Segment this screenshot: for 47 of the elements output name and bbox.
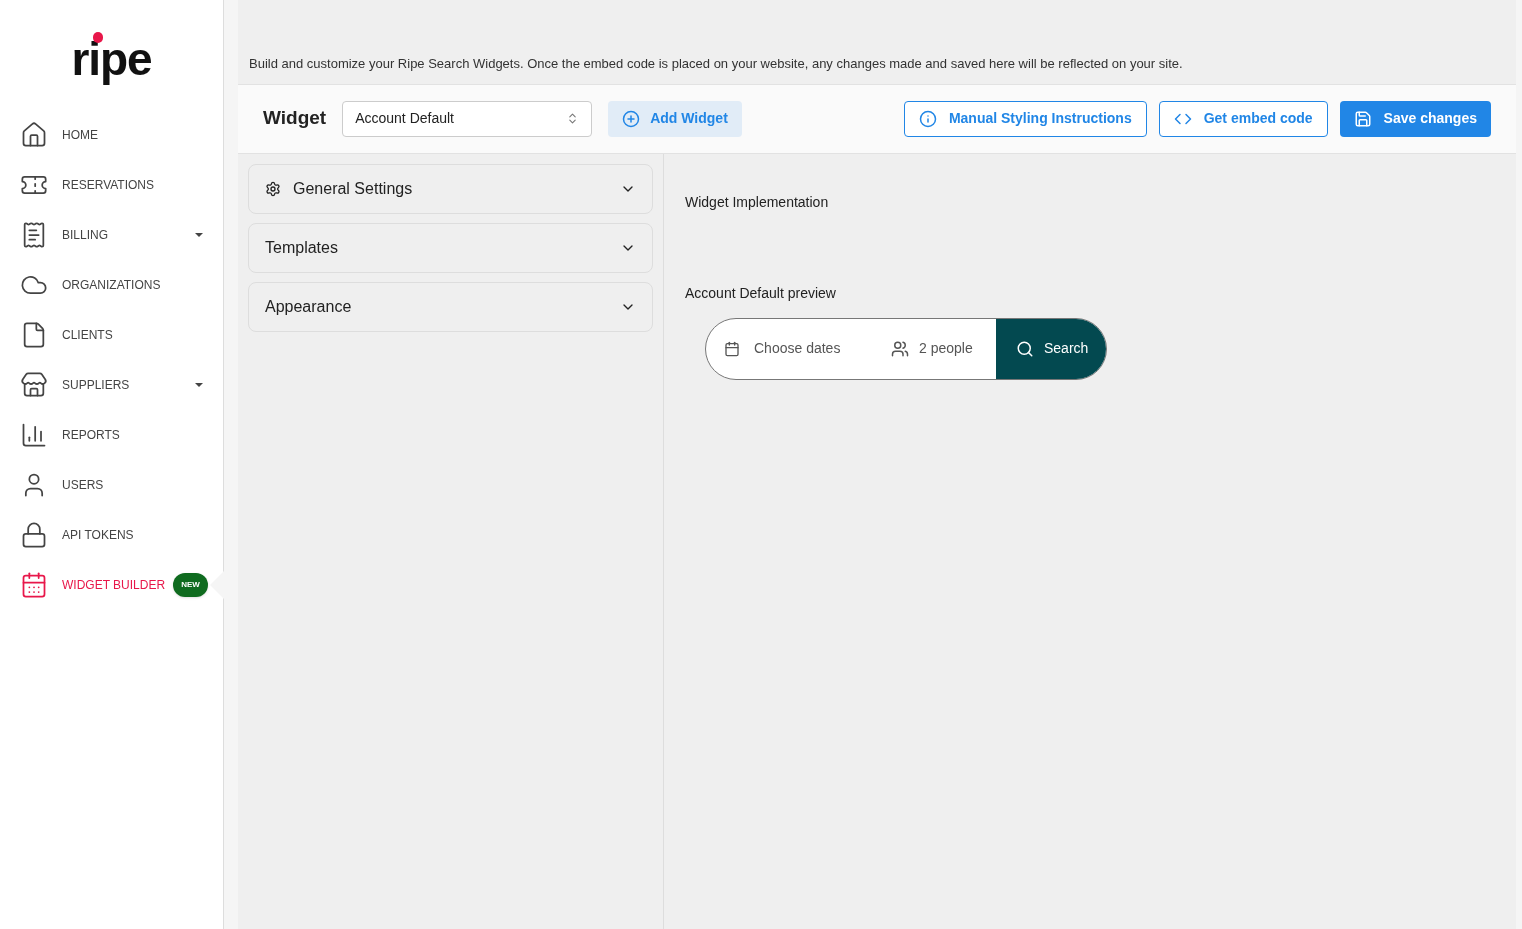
- accordion-header[interactable]: General Settings: [248, 163, 653, 214]
- nav-item[interactable]: HOME: [0, 110, 223, 160]
- intro-text: Build and customize your Ripe Search Widgets. Once the embed code is placed on your website, any changes made and saved here will be reflected on your site.: [248, 55, 1184, 73]
- search-icon: [1016, 339, 1034, 358]
- nav-item[interactable]: ORGANIZATIONS: [0, 260, 223, 310]
- nav-label: HOME: [62, 127, 98, 144]
- nav-item[interactable]: SUPPLIERS: [0, 360, 223, 410]
- home-icon: [20, 121, 48, 149]
- nav-label: WIDGET BUILDER: [62, 577, 166, 594]
- store-icon: [20, 371, 48, 399]
- calendar-icon: [724, 340, 740, 357]
- outline-button[interactable]: Manual Styling Instructions: [903, 100, 1147, 137]
- nav-label: BILLING: [62, 227, 109, 244]
- nav-label: ORGANIZATIONS: [62, 277, 161, 294]
- nav-item[interactable]: API TOKENS: [0, 510, 223, 560]
- nav-label: CLIENTS: [62, 327, 113, 344]
- nav-label: USERS: [62, 477, 104, 494]
- nav-item[interactable]: BILLING: [0, 210, 223, 260]
- nav-label: SUPPLIERS: [62, 377, 130, 394]
- nav-item[interactable]: WIDGET BUILDER NEW: [0, 560, 223, 610]
- bar-chart-icon: [20, 421, 48, 449]
- calendar-icon: [20, 571, 48, 599]
- nav-item[interactable]: REPORTS: [0, 410, 223, 460]
- outline-button[interactable]: Get embed code: [1158, 100, 1328, 137]
- new-badge: NEW: [173, 573, 208, 597]
- nav-item[interactable]: RESERVATIONS: [0, 160, 223, 210]
- nav-item[interactable]: USERS: [0, 460, 223, 510]
- search-button[interactable]: Search: [996, 318, 1106, 379]
- nav-item[interactable]: CLIENTS: [0, 310, 223, 360]
- save-icon: [1353, 109, 1372, 128]
- dates-field[interactable]: Choose dates: [706, 338, 871, 359]
- plus-circle-icon: [622, 109, 641, 128]
- accordion-header[interactable]: Appearance: [248, 281, 653, 332]
- settings-icon: [265, 180, 281, 197]
- info-icon: [918, 109, 937, 128]
- accordion-header[interactable]: Templates: [248, 222, 653, 273]
- lock-icon: [20, 521, 48, 549]
- section-title: Widget Implementation: [685, 192, 830, 212]
- nav-label: API TOKENS: [62, 527, 134, 544]
- people-icon: [891, 339, 909, 358]
- widget-title: Widget: [263, 106, 327, 131]
- save-button[interactable]: Save changes: [1339, 100, 1491, 137]
- nav-label: RESERVATIONS: [62, 177, 155, 194]
- preview-title: Account Default preview: [685, 283, 837, 303]
- nav-label: REPORTS: [62, 427, 120, 444]
- guests-field[interactable]: 2 people: [871, 338, 996, 359]
- widget-select[interactable]: Account Default: [342, 100, 593, 137]
